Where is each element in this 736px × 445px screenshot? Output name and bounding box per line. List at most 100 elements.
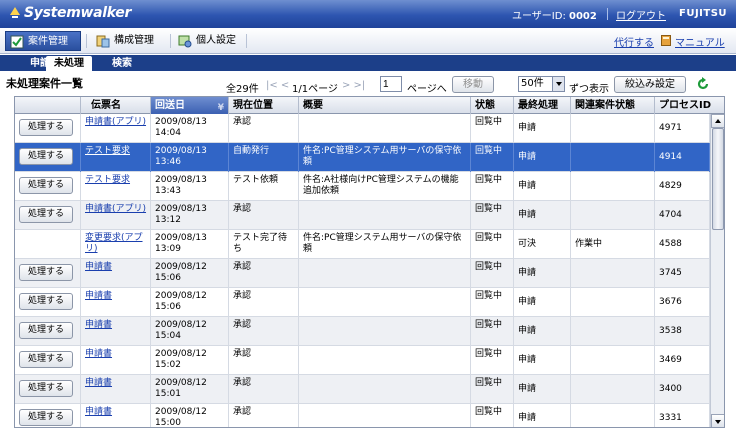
cell-pos: 承認 [229,114,299,143]
cell-date: 2009/08/13 14:04 [151,114,229,143]
process-button[interactable]: 処理する [19,351,73,368]
scroll-up-icon[interactable] [711,114,724,128]
cell-summary [299,404,471,427]
cell-last: 申請 [514,259,571,288]
cell-name: テスト要求 [81,172,151,201]
process-button[interactable]: 処理する [19,293,73,310]
cell-status: 回覧中 [471,259,514,288]
cell-pid: 4704 [655,201,710,230]
table-row[interactable]: 処理する 申請書 2009/08/12 15:04 承認 回覧中 申請 3538 [15,317,710,346]
manual-link[interactable]: マニュアル [675,34,725,49]
cell-last: 申請 [514,346,571,375]
refresh-icon[interactable] [696,77,710,91]
document-link[interactable]: テスト要求 [85,175,130,185]
table-row[interactable]: 変更要求(アプリ) 2009/08/13 13:09 テスト完了待ち 件名:PC管理シ… [15,230,710,259]
cell-btn: 処理する [15,201,81,230]
cell-related [571,375,655,404]
table-row[interactable]: 処理する 申請書(アプリ) 2009/08/13 13:12 承認 回覧中 申請 4704 [15,201,710,230]
cell-related [571,346,655,375]
cell-btn: 処理する [15,172,81,201]
process-button[interactable]: 処理する [19,206,73,223]
document-link[interactable]: 申請書 [85,291,112,301]
cell-summary: 件名:PC管理システム用サーバの保守依頼 [299,143,471,172]
chevron-down-icon[interactable] [552,77,564,91]
col-header-process-id[interactable]: プロセスID [655,97,724,114]
tab-unprocessed[interactable]: 未処理 [46,56,92,71]
page-number-input[interactable] [380,76,402,92]
cell-date: 2009/08/12 15:06 [151,259,229,288]
process-button[interactable]: 処理する [19,264,73,281]
total-count: 全29件 [226,84,259,95]
table-row[interactable]: 処理する 申請書 2009/08/12 15:00 承認 回覧中 申請 3331 [15,404,710,427]
document-link[interactable]: 申請書 [85,262,112,272]
document-link[interactable]: 申請書(アプリ) [85,204,146,214]
cell-date: 2009/08/12 15:04 [151,317,229,346]
scroll-down-icon[interactable] [711,414,724,427]
delegate-link[interactable]: 代行する [614,34,654,49]
cell-date: 2009/08/12 15:01 [151,375,229,404]
cell-summary [299,114,471,143]
cell-related [571,172,655,201]
document-link[interactable]: 申請書 [85,349,112,359]
table-row[interactable]: 処理する 申請書 2009/08/12 15:01 承認 回覧中 申請 3400 [15,375,710,404]
col-header-summary[interactable]: 概要 [299,97,471,114]
page-title: 未処理案件一覧 [6,77,83,90]
process-button[interactable]: 処理する [19,119,73,136]
filter-settings-button[interactable]: 絞込み設定 [614,76,686,93]
document-link[interactable]: テスト要求 [85,146,130,156]
pager-next-icons[interactable]: > >| [342,80,365,91]
menu-item-configuration[interactable]: 構成管理 [92,31,170,51]
cell-status: 回覧中 [471,114,514,143]
process-button[interactable]: 処理する [19,322,73,339]
table-row[interactable]: 処理する テスト要求 2009/08/13 13:46 自動発行 件名:PC管理システム… [15,143,710,172]
table-row[interactable]: 処理する テスト要求 2009/08/13 13:43 テスト依頼 件名:A社様向けPC… [15,172,710,201]
process-button[interactable]: 処理する [19,409,73,426]
user-id-value: 0002 [569,11,597,22]
table-row[interactable]: 処理する 申請書 2009/08/12 15:06 承認 回覧中 申請 3745 [15,259,710,288]
col-header-forward-date[interactable]: 回送日 ¥ [151,97,229,114]
cell-name: 申請書 [81,375,151,404]
process-button[interactable]: 処理する [19,380,73,397]
cell-related [571,259,655,288]
document-link[interactable]: 申請書 [85,320,112,330]
cell-btn [15,230,81,259]
case-table: 伝票名 回送日 ¥ 現在位置 概要 状態 最終処理 関連案件状態 プロセスID … [14,96,725,428]
cell-btn: 処理する [15,114,81,143]
process-button[interactable]: 処理する [19,148,73,165]
menu-item-case-management[interactable]: 案件管理 [5,31,81,51]
col-header-status[interactable]: 状態 [471,97,514,114]
table-row[interactable]: 処理する 申請書 2009/08/12 15:02 承認 回覧中 申請 3469 [15,346,710,375]
pager-prev-icons[interactable]: |< < [266,80,289,91]
move-button[interactable]: 移動 [452,76,494,93]
cell-name: 申請書(アプリ) [81,201,151,230]
col-header-document-name[interactable]: 伝票名 [81,97,151,114]
col-header-related-status[interactable]: 関連案件状態 [571,97,655,114]
cell-pid: 3538 [655,317,710,346]
user-id-label: ユーザーID: [512,11,566,22]
col-header-current-position[interactable]: 現在位置 [229,97,299,114]
cell-summary [299,346,471,375]
menu-item-personal-settings[interactable]: 個人設定 [174,31,246,51]
document-link[interactable]: 申請書 [85,378,112,388]
scroll-thumb[interactable] [712,128,724,230]
tab-search[interactable]: 検索 [104,56,140,71]
cell-name: テスト要求 [81,143,151,172]
cell-name: 申請書 [81,288,151,317]
table-row[interactable]: 処理する 申請書(アプリ) 2009/08/13 14:04 承認 回覧中 申請 4971 [15,114,710,143]
table-row[interactable]: 処理する 申請書 2009/08/12 15:06 承認 回覧中 申請 3676 [15,288,710,317]
logout-link[interactable]: ログアウト [616,7,666,22]
manual-book-icon [661,35,671,46]
document-link[interactable]: 申請書(アプリ) [85,117,146,127]
per-page-select[interactable]: 50件 [518,76,565,92]
page-info: 1/1ページ [292,84,338,95]
cell-btn: 処理する [15,259,81,288]
vertical-scrollbar[interactable] [710,114,724,427]
cell-last: 申請 [514,317,571,346]
menu-divider [86,34,87,48]
document-link[interactable]: 申請書 [85,407,112,417]
cell-pos: テスト依頼 [229,172,299,201]
process-button[interactable]: 処理する [19,177,73,194]
cell-related [571,317,655,346]
col-header-last-action[interactable]: 最終処理 [514,97,571,114]
document-link[interactable]: 変更要求(アプリ) [85,233,143,254]
